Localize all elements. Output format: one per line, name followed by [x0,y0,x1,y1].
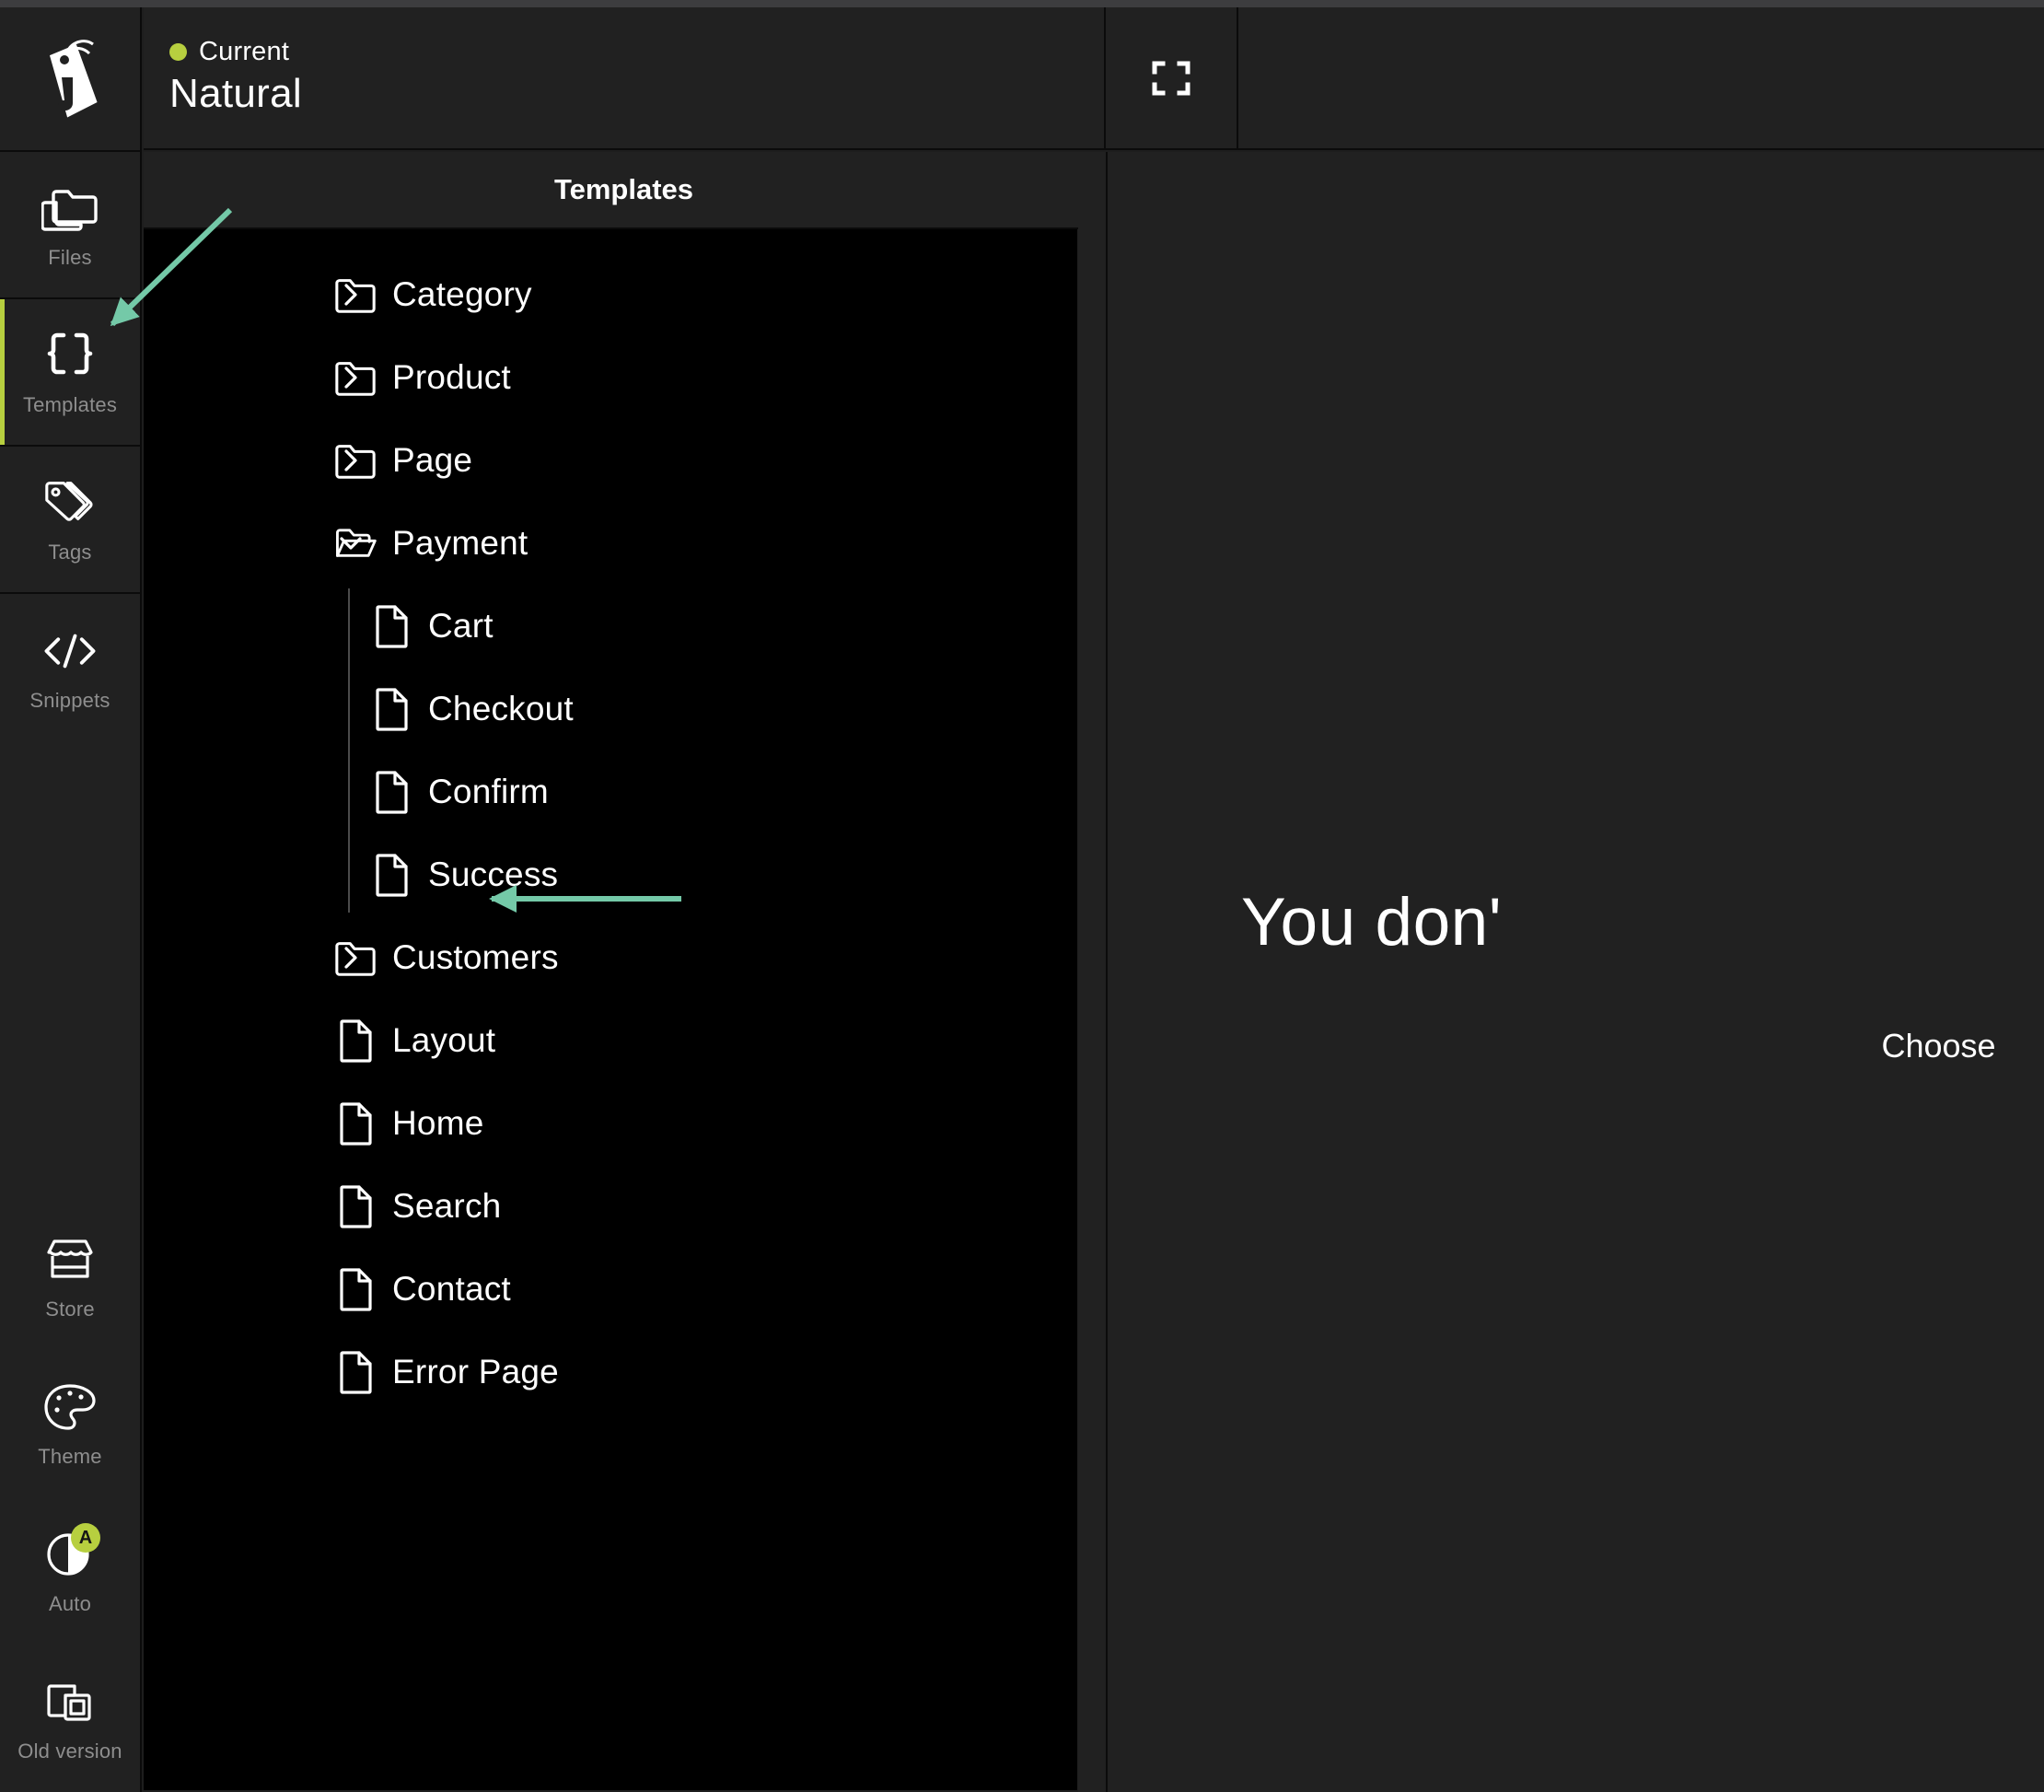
tree-item-label: Success [428,855,559,893]
file-icon [333,1184,377,1228]
tree-item-success[interactable]: Success [144,833,1077,916]
chevron-right-icon[interactable] [337,281,365,308]
fullscreen-expand-icon [1152,61,1190,95]
file-icon [333,1018,377,1063]
tree-item-label: Category [392,275,532,313]
file-icon [369,853,413,897]
chevron-right-icon[interactable] [337,447,365,474]
sidebar-item-label: Old version [17,1740,122,1763]
status-dot-icon [169,43,187,61]
file-icon [333,1101,377,1146]
tree-item-label: Home [392,1104,484,1142]
tree-item-contact[interactable]: Contact [144,1248,1077,1331]
expand-button[interactable] [1106,7,1238,148]
sidebar-item-auto[interactable]: A Auto [0,1497,140,1645]
status-badge: Current [199,37,290,66]
tree-item-label: Page [392,441,473,479]
palette-icon [41,1379,99,1436]
page-title: Natural [169,71,302,116]
tree-item-label: Product [392,358,511,396]
file-icon [333,1350,377,1394]
file-icon [369,770,413,814]
left-rail: Files Templates Tags Snippets Store Them… [0,7,142,1792]
sidebar-item-theme[interactable]: Theme [0,1350,140,1497]
tree-item-label: Error Page [392,1353,559,1391]
sidebar-item-files[interactable]: Files [0,152,140,299]
windows-stack-icon [41,1673,99,1730]
auto-contrast-icon: A [41,1523,100,1583]
panel-gutter [1078,152,1108,1792]
tree-item-label: Layout [392,1021,496,1059]
sidebar-item-label: Theme [38,1445,102,1468]
braces-icon [41,327,99,384]
tree-item-payment[interactable]: Payment [144,502,1077,585]
tags-icon [41,474,99,531]
empty-state-subtitle: Choose [1881,1027,1996,1065]
tree-item-label: Confirm [428,773,549,810]
current-theme-block[interactable]: Current Natural [144,7,1106,148]
rail-bottom-items: Store Theme A Auto Old version [0,1203,140,1792]
tree-item-label: Checkout [428,690,574,727]
sidebar-item-store[interactable]: Store [0,1203,140,1350]
sidebar-item-old-version[interactable]: Old version [0,1645,140,1792]
tree-item-label: Search [392,1187,502,1225]
tree-item-checkout[interactable]: Checkout [144,668,1077,751]
chevron-right-icon[interactable] [337,364,365,391]
tag-logo-icon [49,39,98,118]
tree-item-label: Cart [428,607,494,645]
tree-item-confirm[interactable]: Confirm [144,751,1077,833]
tree-item-page[interactable]: Page [144,419,1077,502]
chevron-right-icon[interactable] [337,944,365,972]
tree-item-label: Customers [392,938,559,976]
chevron-down-icon[interactable] [337,529,365,557]
templates-panel: Templates Category Product Page Payment Cart… [144,152,1106,1792]
top-header: Current Natural [144,7,2044,150]
tree-item-home[interactable]: Home [144,1082,1077,1165]
file-icon [369,687,413,731]
sidebar-item-label: Snippets [29,689,110,712]
templates-panel-header: Templates [144,152,1104,229]
sidebar-item-snippets[interactable]: Snippets [0,594,140,741]
template-tree: Category Product Page Payment Cart Checkout Co… [144,229,1077,1790]
sidebar-item-tags[interactable]: Tags [0,447,140,594]
tree-item-product[interactable]: Product [144,336,1077,419]
tree-item-search[interactable]: Search [144,1165,1077,1248]
editor-pane: You don' Choose [1108,152,2044,1792]
empty-state-title: You don' [1241,885,1503,960]
empty-state: You don' Choose [1241,884,2044,1065]
sidebar-item-templates[interactable]: Templates [0,299,140,447]
file-icon [333,1267,377,1311]
header-empty-area [1238,7,2044,148]
tree-nesting-guide [348,588,350,913]
sidebar-item-label: Templates [22,393,118,416]
rail-primary-items: Files Templates Tags Snippets [0,152,140,741]
sidebar-item-label: Auto [48,1592,92,1615]
app-logo[interactable] [0,7,140,152]
templates-panel-title: Templates [553,173,694,205]
tree-item-label: Contact [392,1270,511,1308]
auto-badge: A [71,1523,100,1553]
tree-item-label: Payment [392,524,528,562]
tree-item-customers[interactable]: Customers [144,916,1077,999]
window-chrome-strip [0,0,2044,7]
file-icon [369,604,413,648]
tree-item-error-page[interactable]: Error Page [144,1331,1077,1414]
sidebar-item-label: Files [48,246,92,269]
tree-item-cart[interactable]: Cart [144,585,1077,668]
current-status-line: Current [169,37,1104,67]
tree-item-layout[interactable]: Layout [144,999,1077,1082]
storefront-icon [41,1231,99,1288]
sidebar-item-label: Store [45,1297,95,1321]
sidebar-item-label: Tags [48,541,92,564]
tree-item-category[interactable]: Category [144,253,1077,336]
folders-icon [41,180,99,237]
code-icon [41,623,99,680]
